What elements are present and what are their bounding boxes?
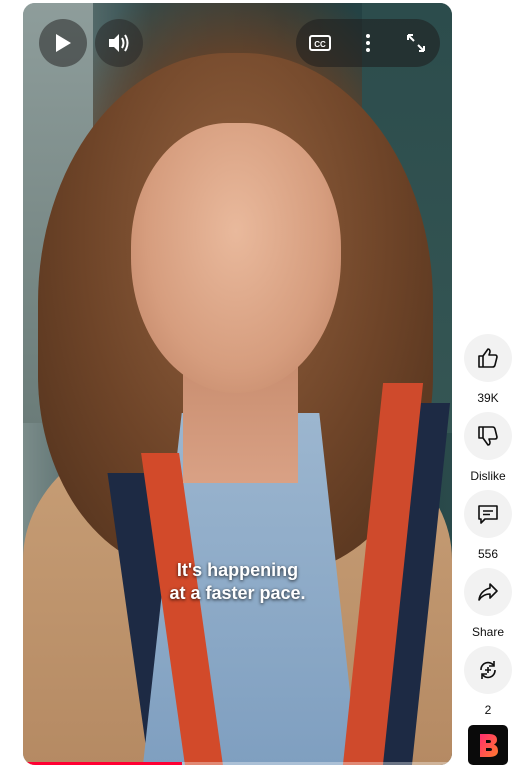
remix-button[interactable]	[464, 646, 512, 694]
play-icon	[56, 34, 71, 52]
thumbs-down-icon	[478, 426, 498, 446]
video-frame-face	[131, 123, 341, 393]
remix-count: 2	[484, 703, 492, 717]
dislike-button[interactable]	[464, 412, 512, 460]
volume-button[interactable]	[95, 19, 143, 67]
dislike-label: Dislike	[470, 469, 506, 483]
video-player[interactable]: CC It's happening at a faster pace.	[23, 3, 452, 765]
share-label: Share	[471, 625, 505, 639]
fullscreen-button[interactable]	[396, 23, 436, 63]
like-count: 39K	[477, 391, 499, 405]
fullscreen-icon	[407, 34, 425, 52]
play-button[interactable]	[39, 19, 87, 67]
action-rail: 39K Dislike 556 Share 2	[462, 334, 514, 724]
video-caption: It's happening at a faster pace.	[23, 559, 452, 605]
comments-action: 556	[462, 490, 514, 562]
comment-count: 556	[477, 547, 499, 561]
more-options-button[interactable]	[348, 23, 388, 63]
closed-captions-icon: CC	[309, 35, 331, 51]
share-button[interactable]	[464, 568, 512, 616]
more-vert-icon	[366, 34, 370, 52]
progress-bar[interactable]	[23, 762, 452, 765]
channel-avatar[interactable]	[468, 725, 508, 765]
share-icon	[478, 583, 498, 601]
share-action: Share	[462, 568, 514, 640]
thumbs-up-icon	[478, 348, 498, 368]
volume-icon	[109, 34, 129, 52]
dislike-action: Dislike	[462, 412, 514, 484]
comment-icon	[478, 505, 498, 524]
caption-line: at a faster pace.	[169, 583, 306, 603]
caption-line: It's happening	[176, 560, 299, 580]
captions-button[interactable]: CC	[300, 23, 340, 63]
svg-text:CC: CC	[314, 40, 326, 49]
like-button[interactable]	[464, 334, 512, 382]
top-controls-pill: CC	[296, 19, 440, 67]
like-action: 39K	[462, 334, 514, 406]
progress-fill	[23, 762, 182, 765]
comments-button[interactable]	[464, 490, 512, 538]
remix-icon	[480, 661, 496, 679]
channel-logo-icon	[480, 734, 498, 757]
remix-action: 2	[462, 646, 514, 718]
